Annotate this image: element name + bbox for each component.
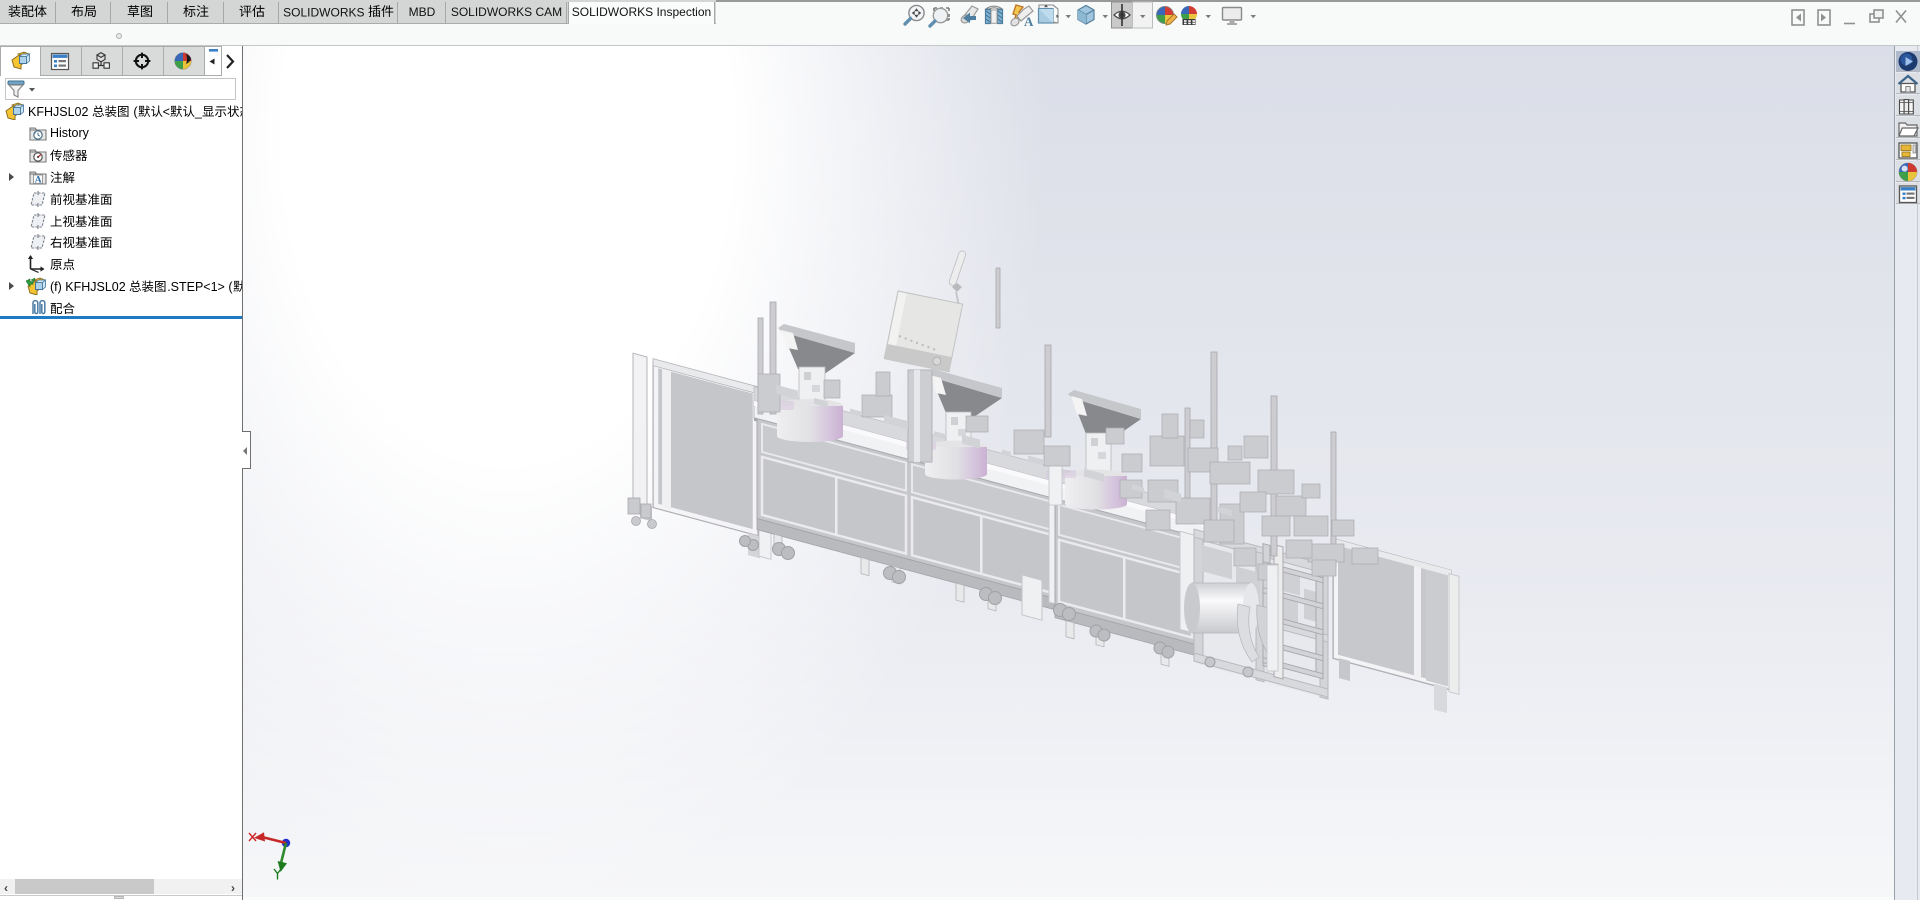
svg-text:A: A: [35, 176, 42, 185]
svg-text:A: A: [1024, 14, 1034, 29]
